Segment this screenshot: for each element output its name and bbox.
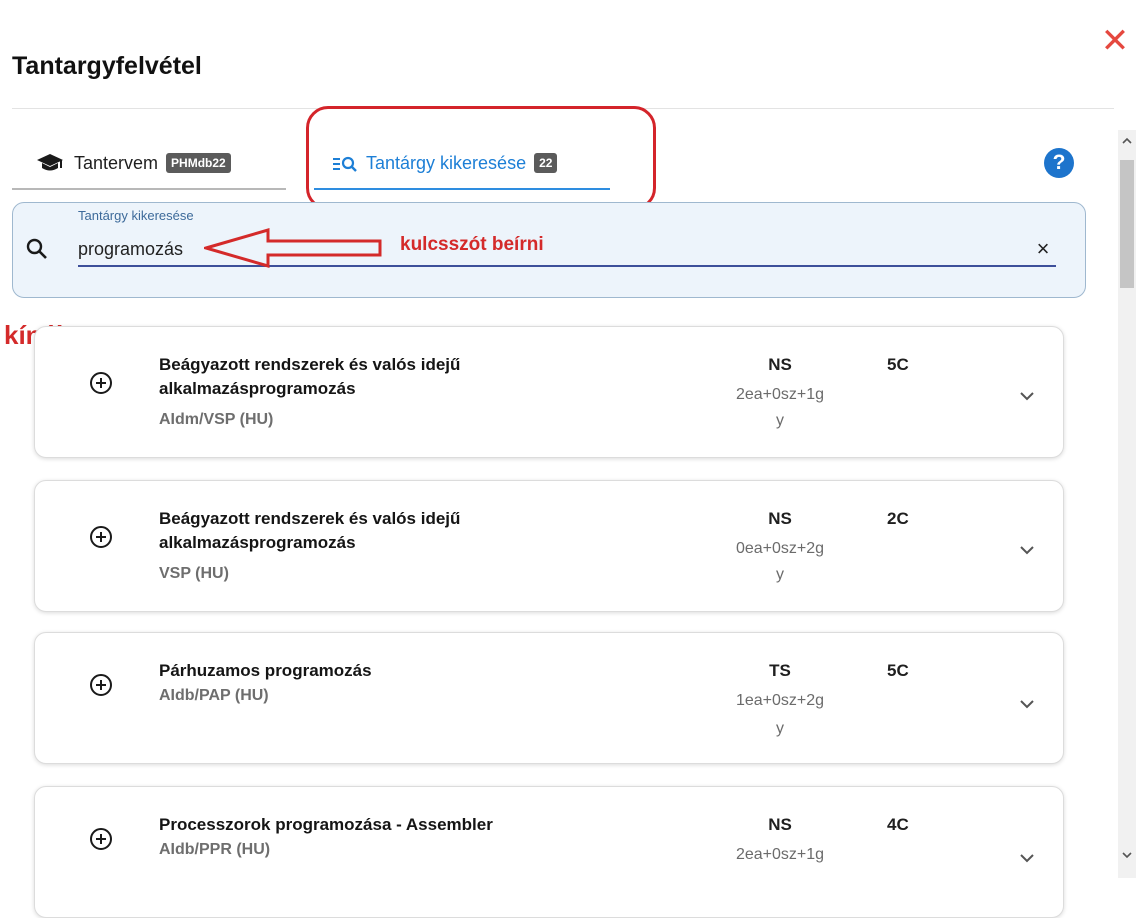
help-icon[interactable]: ? (1044, 148, 1074, 178)
credits: 2C (887, 509, 909, 528)
search-field-label: Tantárgy kikeresése (78, 208, 194, 223)
subject-card[interactable]: Beágyazott rendszerek és valós idejű alk… (34, 326, 1064, 458)
subject-code: VSP (HU) (159, 565, 229, 582)
hours-line-1: 2ea+0sz+1g (735, 386, 825, 403)
hours-line-2: y (776, 720, 784, 737)
requirement-type: NS (768, 815, 792, 834)
subject-card[interactable]: Processzorok programozása - Assembler AI… (34, 786, 1064, 918)
curriculum-code-badge: PHMdb22 (166, 153, 231, 173)
chevron-down-icon[interactable] (1017, 697, 1037, 711)
add-circle-icon[interactable] (89, 673, 113, 697)
add-circle-icon[interactable] (89, 827, 113, 851)
hours-line-1: 2ea+0sz+1g (735, 846, 825, 863)
scrollbar-thumb[interactable] (1120, 160, 1134, 288)
subject-title: Beágyazott rendszerek és valós idejű alk… (159, 509, 461, 552)
chevron-down-icon[interactable] (1017, 851, 1037, 865)
hours-line-2: y (776, 412, 784, 429)
subject-title: Processzorok programozása - Assembler (159, 815, 493, 834)
credits: 4C (887, 815, 909, 834)
requirement-type: TS (769, 661, 791, 680)
graduation-cap-icon (37, 154, 63, 171)
tab-curriculum[interactable]: Tantervem PHMdb22 (12, 138, 286, 190)
tab-curriculum-label: Tantervem (74, 152, 159, 173)
subject-card[interactable]: Beágyazott rendszerek és valós idejű alk… (34, 480, 1064, 612)
subject-code: AIdm/VSP (HU) (159, 411, 274, 428)
close-button[interactable]: ✕ (1098, 24, 1132, 58)
chevron-down-icon[interactable] (1017, 389, 1037, 403)
scroll-down-icon[interactable] (1121, 850, 1133, 860)
annotation-highlight-box (306, 106, 656, 210)
requirement-type: NS (768, 509, 792, 528)
hours-line-2: y (776, 566, 784, 583)
subject-code: AIdb/PPR (HU) (159, 841, 271, 858)
scroll-up-icon[interactable] (1121, 136, 1133, 146)
clear-search-button[interactable]: × (1030, 236, 1056, 262)
search-icon (26, 238, 47, 259)
annotation-keyword-hint: kulcsszót beírni (400, 234, 544, 255)
add-circle-icon[interactable] (89, 371, 113, 395)
subject-card[interactable]: Párhuzamos programozás AIdb/PAP (HU) TS … (34, 632, 1064, 764)
annotation-arrow (204, 228, 382, 268)
hours-line-1: 0ea+0sz+2g (735, 540, 825, 557)
credits: 5C (887, 355, 909, 374)
add-circle-icon[interactable] (89, 525, 113, 549)
chevron-down-icon[interactable] (1017, 543, 1037, 557)
dialog-title: Tantargyfelvétel (12, 52, 202, 80)
credits: 5C (887, 661, 909, 680)
requirement-type: NS (768, 355, 792, 374)
hours-line-1: 1ea+0sz+2g (735, 692, 825, 709)
subject-title: Párhuzamos programozás (159, 661, 372, 680)
subject-title: Beágyazott rendszerek és valós idejű alk… (159, 355, 461, 398)
subject-code: AIdb/PAP (HU) (159, 687, 269, 704)
